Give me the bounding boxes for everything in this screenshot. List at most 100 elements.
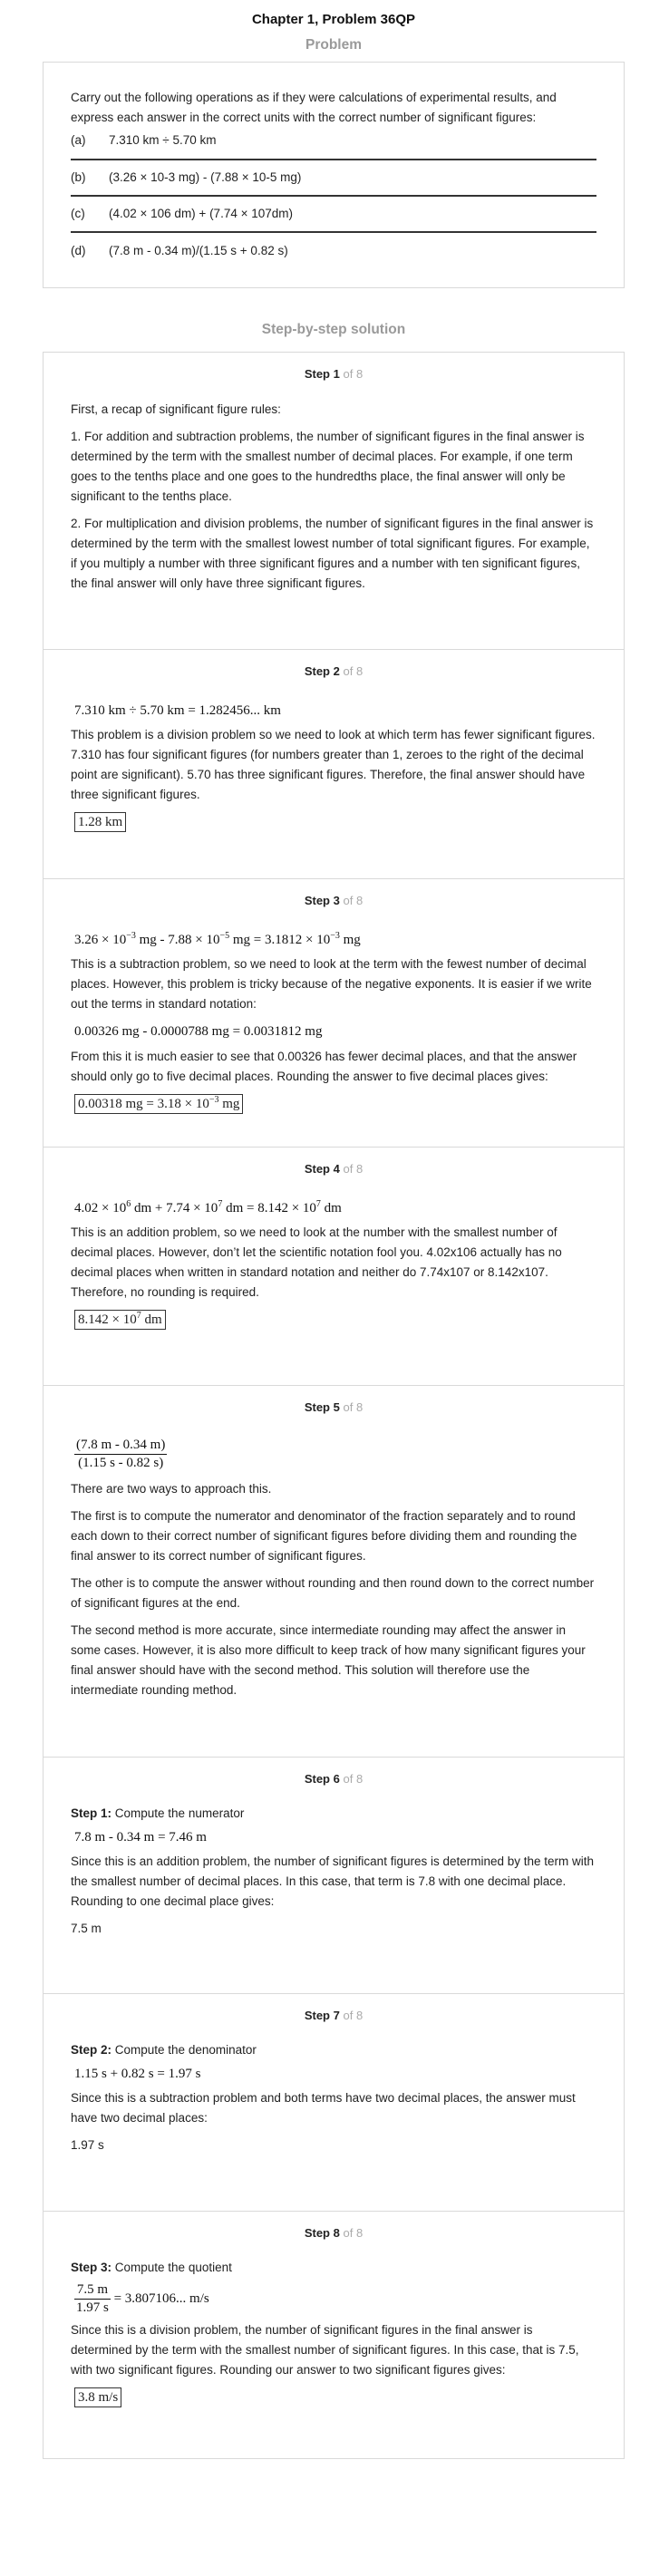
- step-text: The other is to compute the answer witho…: [71, 1576, 595, 1610]
- equation-standard: 0.00326 mg - 0.0000788 mg = 0.0031812 mg: [74, 1024, 323, 1040]
- step-title: Step 1 of 8: [71, 365, 596, 400]
- step-word: Step: [304, 2009, 330, 2022]
- step-3: Step 3 of 8 3.26 × 10−3 mg - 7.88 × 10−5…: [44, 879, 624, 1148]
- eq-exponent: −3: [330, 931, 340, 941]
- step-result: 1.97 s: [71, 2138, 104, 2153]
- fraction-denominator: (1.15 s - 0.82 s): [78, 1456, 164, 1470]
- step-title: Step 4 of 8: [71, 1160, 596, 1195]
- problem-item-text: (3.26 × 10-3 mg) - (7.88 × 10-5 mg): [109, 169, 302, 184]
- equation: 7.8 m - 0.34 m = 7.46 m: [74, 1829, 207, 1845]
- step-total: of 8: [343, 367, 364, 381]
- step-1: Step 1 of 8 First, a recap of significan…: [44, 353, 624, 650]
- solution-heading: Step-by-step solution: [261, 322, 406, 337]
- problem-item-text: 7.310 km ÷ 5.70 km: [109, 133, 217, 147]
- step-number: 8: [333, 2226, 340, 2240]
- answer-box: 1.28 km: [74, 812, 127, 833]
- eq-part: dm: [320, 1201, 342, 1215]
- step-text: From this it is much easier to see that …: [71, 1049, 577, 1083]
- problem-item-label: (c): [71, 206, 85, 220]
- step-title: Step 2 of 8: [71, 663, 596, 697]
- eq-part: mg - 7.88 × 10: [135, 933, 220, 947]
- fraction-expression: 7.5 m 1.97 s = 3.807106... m/s: [74, 2281, 596, 2317]
- step-total: of 8: [343, 1772, 364, 1786]
- eq-part: dm = 8.142 × 10: [222, 1201, 316, 1215]
- step-title: Step 3 of 8: [71, 892, 596, 926]
- step-total: of 8: [343, 1162, 364, 1176]
- step-word: Step: [304, 1400, 330, 1414]
- ans-part: dm: [141, 1312, 162, 1328]
- problem-item-c: (c) (4.02 × 106 dm) + (7.74 × 107dm): [71, 197, 596, 233]
- step-text: There are two ways to approach this.: [71, 1482, 272, 1496]
- step-text: 2. For multiplication and division probl…: [71, 517, 594, 590]
- problem-item-b: (b) (3.26 × 10-3 mg) - (7.88 × 10-5 mg): [71, 160, 596, 197]
- page: Chapter 1, Problem 36QP Problem Carry ou…: [0, 0, 669, 2459]
- problem-intro: Carry out the following operations as if…: [71, 91, 557, 124]
- step-5: Step 5 of 8 (7.8 m - 0.34 m) (1.15 s - 0…: [44, 1386, 624, 1758]
- step-number: 1: [333, 367, 340, 381]
- step-text: First, a recap of significant figure rul…: [71, 402, 281, 416]
- ans-exponent: −3: [208, 1094, 219, 1105]
- step-2: Step 2 of 8 7.310 km ÷ 5.70 km = 1.28245…: [44, 650, 624, 879]
- step-text: This problem is a division problem so we…: [71, 728, 596, 802]
- step-word: Step: [304, 894, 330, 907]
- step-text: The second method is more accurate, sinc…: [71, 1623, 586, 1697]
- step-total: of 8: [343, 1400, 364, 1414]
- equation: 4.02 × 106 dm + 7.74 × 107 dm = 8.142 × …: [74, 1198, 596, 1219]
- eq-part: mg: [339, 933, 361, 947]
- step-title: Step 8 of 8: [71, 2224, 596, 2259]
- step-6: Step 6 of 8 Step 1: Compute the numerato…: [44, 1758, 624, 1994]
- step-number: 4: [333, 1162, 340, 1176]
- eq-part: = 3.807106... m/s: [110, 2290, 209, 2306]
- answer-box: 3.8 m/s: [74, 2387, 122, 2407]
- step-title: Step 7 of 8: [71, 2007, 596, 2041]
- step-text: Since this is a subtraction problem and …: [71, 2091, 576, 2126]
- substep-title: Step 1: Compute the numerator: [71, 1806, 245, 1820]
- fraction-denominator: 1.97 s: [76, 2300, 109, 2315]
- step-text: This is an addition problem, so we need …: [71, 1225, 562, 1300]
- eq-part: 3.26 × 10: [74, 933, 127, 947]
- ans-part: 0.00318 mg = 3.18 × 10: [78, 1096, 209, 1111]
- substep-title: Step 3: Compute the quotient: [71, 2261, 232, 2274]
- step-text: Since this is an addition problem, the n…: [71, 1855, 595, 1909]
- eq-part: mg = 3.1812 × 10: [229, 933, 331, 947]
- problem-item-label: (a): [71, 133, 86, 147]
- step-number: 2: [333, 664, 340, 678]
- eq-part: 4.02 × 10: [74, 1201, 127, 1215]
- ans-part: 8.142 × 10: [78, 1312, 137, 1328]
- eq-exponent: −5: [219, 931, 230, 941]
- equation: 7.310 km ÷ 5.70 km = 1.282456... km: [74, 703, 281, 718]
- problem-item-text: (4.02 × 106 dm) + (7.74 × 107dm): [109, 206, 293, 220]
- substep-title: Step 2: Compute the denominator: [71, 2043, 257, 2057]
- step-4: Step 4 of 8 4.02 × 106 dm + 7.74 × 107 d…: [44, 1148, 624, 1386]
- step-word: Step: [304, 1162, 330, 1176]
- problem-item-label: (b): [71, 169, 86, 184]
- problem-item-text: (7.8 m - 0.34 m)/(1.15 s + 0.82 s): [109, 243, 288, 257]
- step-title: Step 6 of 8: [71, 1770, 596, 1805]
- ans-part: mg: [218, 1096, 240, 1111]
- fraction-numerator: 7.5 m: [74, 2281, 111, 2300]
- step-8: Step 8 of 8 Step 3: Compute the quotient…: [44, 2212, 624, 2459]
- fraction-numerator: (7.8 m - 0.34 m): [74, 1437, 168, 1455]
- problem-item-d: (d) (7.8 m - 0.34 m)/(1.15 s + 0.82 s): [71, 233, 596, 269]
- step-word: Step: [304, 1772, 330, 1786]
- step-word: Step: [304, 664, 330, 678]
- step-total: of 8: [343, 664, 364, 678]
- step-number: 6: [333, 1772, 340, 1786]
- step-total: of 8: [343, 2226, 364, 2240]
- step-number: 5: [333, 1400, 340, 1414]
- step-7: Step 7 of 8 Step 2: Compute the denomina…: [44, 1994, 624, 2212]
- page-title: Chapter 1, Problem 36QP: [251, 12, 416, 27]
- step-number: 7: [333, 2009, 340, 2022]
- step-text: 1. For addition and subtraction problems…: [71, 430, 585, 503]
- fraction-expression: (7.8 m - 0.34 m) (1.15 s - 0.82 s): [74, 1437, 596, 1472]
- step-number: 3: [333, 894, 340, 907]
- problem-item-label: (d): [71, 243, 86, 257]
- problem-item-a: (a) 7.310 km ÷ 5.70 km: [71, 131, 596, 160]
- fraction: (7.8 m - 0.34 m) (1.15 s - 0.82 s): [74, 1437, 168, 1472]
- fraction: 7.5 m 1.97 s: [74, 2281, 111, 2317]
- step-word: Step: [304, 2226, 330, 2240]
- step-text: This is a subtraction problem, so we nee…: [71, 957, 592, 1012]
- eq-exponent: −3: [126, 931, 136, 941]
- step-title: Step 5 of 8: [71, 1399, 596, 1433]
- step-text: The first is to compute the numerator an…: [71, 1509, 577, 1563]
